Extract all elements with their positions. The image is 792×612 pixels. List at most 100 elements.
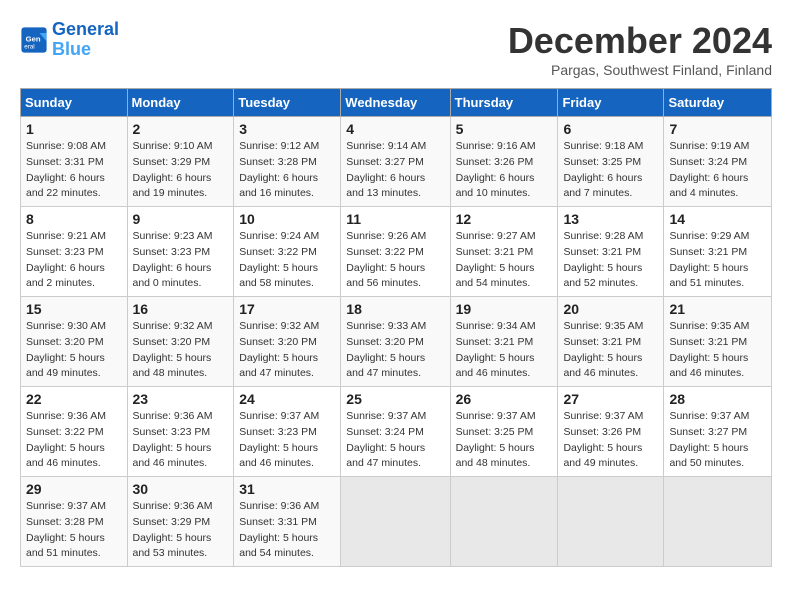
day-number: 10	[239, 211, 335, 227]
day-number: 26	[456, 391, 553, 407]
logo-icon: Gen eral	[20, 26, 48, 54]
calendar-day-cell: 9 Sunrise: 9:23 AMSunset: 3:23 PMDaylight…	[127, 207, 234, 297]
day-number: 16	[133, 301, 229, 317]
calendar-day-cell: 30 Sunrise: 9:36 AMSunset: 3:29 PMDayligh…	[127, 477, 234, 567]
header-monday: Monday	[127, 89, 234, 117]
header-tuesday: Tuesday	[234, 89, 341, 117]
header-friday: Friday	[558, 89, 664, 117]
day-number: 30	[133, 481, 229, 497]
day-info: Sunrise: 9:36 AMSunset: 3:22 PMDaylight:…	[26, 409, 122, 472]
day-info: Sunrise: 9:14 AMSunset: 3:27 PMDaylight:…	[346, 139, 444, 202]
calendar-day-cell: 17 Sunrise: 9:32 AMSunset: 3:20 PMDayligh…	[234, 297, 341, 387]
header-saturday: Saturday	[664, 89, 772, 117]
calendar-day-cell: 19Sunrise: 9:34 AMSunset: 3:21 PMDayligh…	[450, 297, 558, 387]
day-info: Sunrise: 9:24 AMSunset: 3:22 PMDaylight:…	[239, 229, 335, 292]
day-number: 31	[239, 481, 335, 497]
day-number: 13	[563, 211, 658, 227]
day-number: 1	[26, 121, 122, 137]
day-info: Sunrise: 9:36 AMSunset: 3:31 PMDaylight:…	[239, 499, 335, 562]
calendar-table: Sunday Monday Tuesday Wednesday Thursday…	[20, 88, 772, 567]
day-info: Sunrise: 9:36 AMSunset: 3:29 PMDaylight:…	[133, 499, 229, 562]
calendar-day-cell: 31 Sunrise: 9:36 AMSunset: 3:31 PMDayligh…	[234, 477, 341, 567]
page-header: Gen eral General Blue December 2024 Parg…	[20, 20, 772, 78]
day-number: 17	[239, 301, 335, 317]
calendar-day-cell: 18 Sunrise: 9:33 AMSunset: 3:20 PMDayligh…	[341, 297, 450, 387]
day-info: Sunrise: 9:21 AMSunset: 3:23 PMDaylight:…	[26, 229, 122, 292]
calendar-day-cell	[450, 477, 558, 567]
day-number: 7	[669, 121, 766, 137]
calendar-day-cell: 4Sunrise: 9:14 AMSunset: 3:27 PMDaylight…	[341, 117, 450, 207]
calendar-day-cell: 24Sunrise: 9:37 AMSunset: 3:23 PMDayligh…	[234, 387, 341, 477]
day-info: Sunrise: 9:08 AMSunset: 3:31 PMDaylight:…	[26, 139, 122, 202]
calendar-day-cell	[664, 477, 772, 567]
day-number: 3	[239, 121, 335, 137]
day-info: Sunrise: 9:32 AMSunset: 3:20 PMDaylight:…	[133, 319, 229, 382]
main-title: December 2024	[508, 20, 772, 62]
calendar-day-cell: 20Sunrise: 9:35 AMSunset: 3:21 PMDayligh…	[558, 297, 664, 387]
calendar-day-cell: 2 Sunrise: 9:10 AMSunset: 3:29 PMDaylight…	[127, 117, 234, 207]
day-info: Sunrise: 9:18 AMSunset: 3:25 PMDaylight:…	[563, 139, 658, 202]
title-block: December 2024 Pargas, Southwest Finland,…	[508, 20, 772, 78]
day-info: Sunrise: 9:34 AMSunset: 3:21 PMDaylight:…	[456, 319, 553, 382]
calendar-day-cell	[341, 477, 450, 567]
calendar-day-cell: 11Sunrise: 9:26 AMSunset: 3:22 PMDayligh…	[341, 207, 450, 297]
calendar-body: 1 Sunrise: 9:08 AMSunset: 3:31 PMDaylight…	[21, 117, 772, 567]
day-info: Sunrise: 9:30 AMSunset: 3:20 PMDaylight:…	[26, 319, 122, 382]
calendar-day-cell	[558, 477, 664, 567]
calendar-header-row: Sunday Monday Tuesday Wednesday Thursday…	[21, 89, 772, 117]
calendar-day-cell: 15 Sunrise: 9:30 AMSunset: 3:20 PMDayligh…	[21, 297, 128, 387]
day-info: Sunrise: 9:37 AMSunset: 3:26 PMDaylight:…	[563, 409, 658, 472]
day-number: 6	[563, 121, 658, 137]
day-info: Sunrise: 9:32 AMSunset: 3:20 PMDaylight:…	[239, 319, 335, 382]
subtitle: Pargas, Southwest Finland, Finland	[508, 62, 772, 78]
calendar-day-cell: 23Sunrise: 9:36 AMSunset: 3:23 PMDayligh…	[127, 387, 234, 477]
calendar-day-cell: 6 Sunrise: 9:18 AMSunset: 3:25 PMDaylight…	[558, 117, 664, 207]
header-wednesday: Wednesday	[341, 89, 450, 117]
calendar-week-row: 15 Sunrise: 9:30 AMSunset: 3:20 PMDayligh…	[21, 297, 772, 387]
day-number: 8	[26, 211, 122, 227]
day-number: 9	[133, 211, 229, 227]
day-number: 14	[669, 211, 766, 227]
logo: Gen eral General Blue	[20, 20, 119, 60]
calendar-day-cell: 12Sunrise: 9:27 AMSunset: 3:21 PMDayligh…	[450, 207, 558, 297]
day-number: 22	[26, 391, 122, 407]
calendar-day-cell: 5Sunrise: 9:16 AMSunset: 3:26 PMDaylight…	[450, 117, 558, 207]
calendar-week-row: 22 Sunrise: 9:36 AMSunset: 3:22 PMDayligh…	[21, 387, 772, 477]
calendar-week-row: 1 Sunrise: 9:08 AMSunset: 3:31 PMDaylight…	[21, 117, 772, 207]
calendar-day-cell: 25Sunrise: 9:37 AMSunset: 3:24 PMDayligh…	[341, 387, 450, 477]
day-number: 27	[563, 391, 658, 407]
calendar-day-cell: 28Sunrise: 9:37 AMSunset: 3:27 PMDayligh…	[664, 387, 772, 477]
svg-text:Gen: Gen	[26, 34, 41, 43]
calendar-day-cell: 1 Sunrise: 9:08 AMSunset: 3:31 PMDaylight…	[21, 117, 128, 207]
day-info: Sunrise: 9:35 AMSunset: 3:21 PMDaylight:…	[669, 319, 766, 382]
day-info: Sunrise: 9:26 AMSunset: 3:22 PMDaylight:…	[346, 229, 444, 292]
day-info: Sunrise: 9:10 AMSunset: 3:29 PMDaylight:…	[133, 139, 229, 202]
day-number: 29	[26, 481, 122, 497]
day-info: Sunrise: 9:12 AMSunset: 3:28 PMDaylight:…	[239, 139, 335, 202]
calendar-week-row: 29 Sunrise: 9:37 AMSunset: 3:28 PMDayligh…	[21, 477, 772, 567]
day-info: Sunrise: 9:37 AMSunset: 3:23 PMDaylight:…	[239, 409, 335, 472]
day-number: 18	[346, 301, 444, 317]
day-number: 12	[456, 211, 553, 227]
day-number: 15	[26, 301, 122, 317]
calendar-day-cell: 3 Sunrise: 9:12 AMSunset: 3:28 PMDaylight…	[234, 117, 341, 207]
day-number: 20	[563, 301, 658, 317]
calendar-week-row: 8 Sunrise: 9:21 AMSunset: 3:23 PMDaylight…	[21, 207, 772, 297]
header-sunday: Sunday	[21, 89, 128, 117]
day-info: Sunrise: 9:37 AMSunset: 3:28 PMDaylight:…	[26, 499, 122, 562]
day-number: 2	[133, 121, 229, 137]
day-info: Sunrise: 9:37 AMSunset: 3:27 PMDaylight:…	[669, 409, 766, 472]
day-info: Sunrise: 9:29 AMSunset: 3:21 PMDaylight:…	[669, 229, 766, 292]
header-thursday: Thursday	[450, 89, 558, 117]
calendar-day-cell: 10 Sunrise: 9:24 AMSunset: 3:22 PMDayligh…	[234, 207, 341, 297]
day-number: 25	[346, 391, 444, 407]
day-info: Sunrise: 9:28 AMSunset: 3:21 PMDaylight:…	[563, 229, 658, 292]
svg-text:eral: eral	[24, 43, 35, 50]
day-info: Sunrise: 9:33 AMSunset: 3:20 PMDaylight:…	[346, 319, 444, 382]
day-info: Sunrise: 9:36 AMSunset: 3:23 PMDaylight:…	[133, 409, 229, 472]
calendar-day-cell: 26Sunrise: 9:37 AMSunset: 3:25 PMDayligh…	[450, 387, 558, 477]
day-info: Sunrise: 9:23 AMSunset: 3:23 PMDaylight:…	[133, 229, 229, 292]
day-number: 5	[456, 121, 553, 137]
calendar-day-cell: 21Sunrise: 9:35 AMSunset: 3:21 PMDayligh…	[664, 297, 772, 387]
calendar-day-cell: 8 Sunrise: 9:21 AMSunset: 3:23 PMDaylight…	[21, 207, 128, 297]
